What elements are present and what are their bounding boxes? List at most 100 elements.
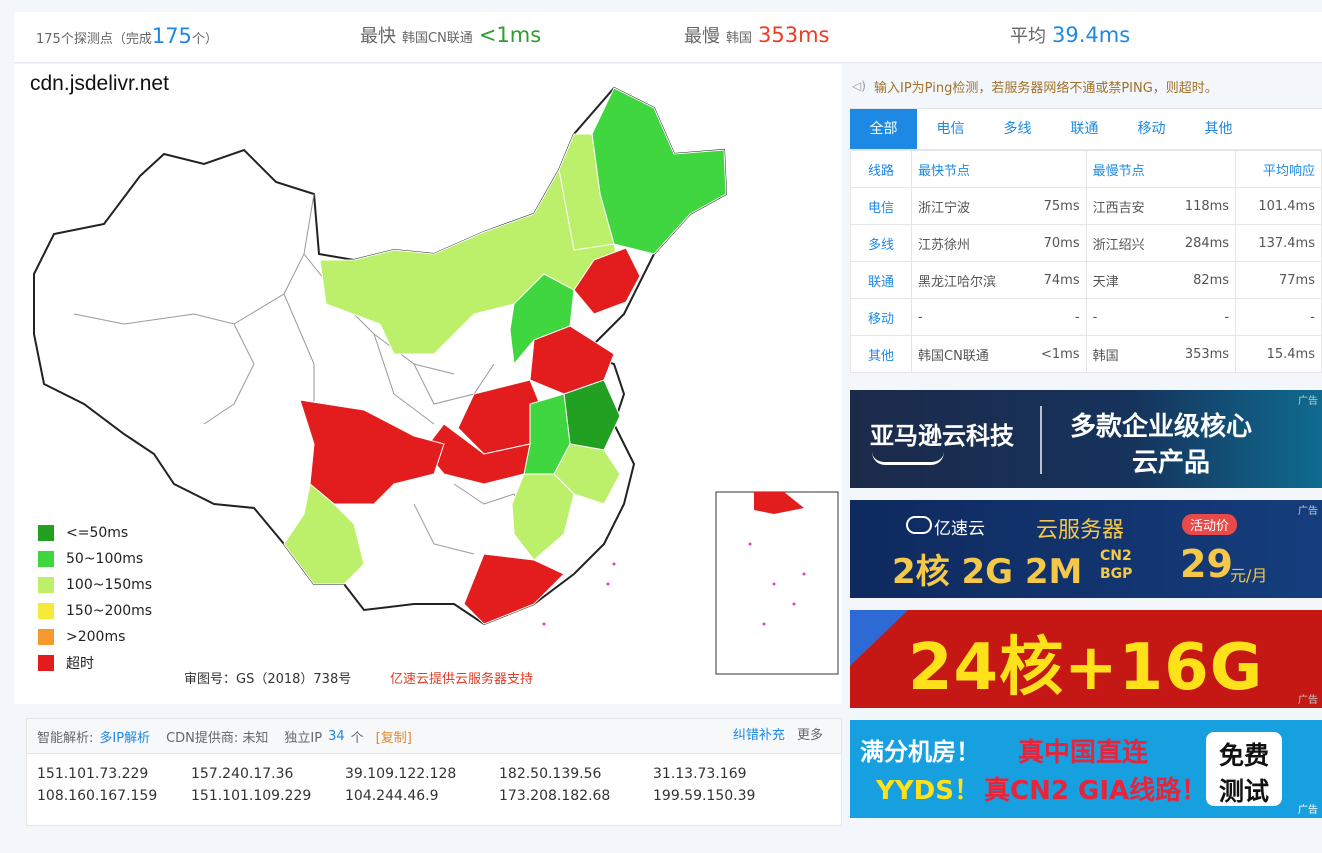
ad4-line2a: YYDS！	[876, 776, 980, 806]
unique-ip-unit: 个	[350, 730, 364, 746]
ad-tag: 广告	[1298, 506, 1318, 517]
row-avg: 15.4ms	[1235, 335, 1322, 373]
row-fast-ms: -	[1023, 298, 1087, 336]
map-legend: <=50ms 50~100ms 100~150ms 150~200ms >200…	[38, 520, 152, 676]
ad4-line1b: 真中国直连	[1018, 738, 1149, 768]
tab-multiline[interactable]: 多线	[984, 109, 1051, 149]
ad2-brand: 亿速云	[934, 519, 985, 539]
slowest-node: 韩国	[726, 31, 753, 46]
row-avg: 137.4ms	[1235, 224, 1322, 262]
legend-swatch	[38, 551, 54, 567]
row-line[interactable]: 其他	[850, 335, 912, 373]
tab-other[interactable]: 其他	[1185, 109, 1252, 149]
row-slow-ms: 284ms	[1165, 224, 1237, 262]
probe-count: 175个探测点（完成 175 个）	[36, 12, 218, 62]
row-slow-node: 江西吉安	[1085, 187, 1166, 225]
ad4-free-test-button[interactable]: 免费 测试	[1206, 732, 1282, 806]
ip-item: 31.13.73.169	[653, 766, 747, 782]
row-fast-node: 浙江宁波	[911, 187, 1024, 225]
row-avg: 77ms	[1235, 261, 1322, 299]
tab-unicom[interactable]: 联通	[1051, 109, 1118, 149]
ad4-line2b: 真CN2 GIA线路！	[984, 776, 1208, 806]
ad-banner-yisu[interactable]: 广告 亿速云 云服务器 活动价 2核 2G 2M CN2 BGP 29 元/月	[850, 500, 1322, 598]
unique-ip-label: 独立IP	[284, 730, 323, 746]
ad4-btn-line2: 测试	[1218, 777, 1269, 806]
legend-row: 50~100ms	[38, 546, 152, 572]
ad-banner-aws[interactable]: 广告 亚马逊云科技 多款企业级核心 云产品	[850, 390, 1322, 488]
row-line[interactable]: 多线	[850, 224, 912, 262]
ad2-price: 29	[1180, 542, 1233, 586]
row-line[interactable]: 联通	[850, 261, 912, 299]
ip-list: 151.101.73.229 157.240.17.36 39.109.122.…	[27, 754, 841, 804]
row-fast-node: 江苏徐州	[911, 224, 1024, 262]
row-fast-ms: 74ms	[1023, 261, 1087, 299]
amazon-smile-icon	[872, 452, 944, 465]
row-slow-ms: -	[1165, 298, 1237, 336]
average-label: 平均	[1010, 26, 1046, 47]
map-panel: cdn.jsdelivr.net <=50ms 50~100ms 100~150…	[14, 64, 842, 704]
map-sponsor-link[interactable]: 亿速云提供云服务器支持	[390, 668, 533, 687]
probe-done: 175	[151, 24, 192, 48]
table-row: 其他 韩国CN联通 <1ms 韩国 353ms 15.4ms	[850, 335, 1322, 373]
legend-row: <=50ms	[38, 520, 152, 546]
row-fast-node: -	[911, 298, 1024, 336]
fastest-stat: 最快 韩国CN联通 <1ms	[360, 12, 541, 62]
header-fastest: 最快节点	[911, 150, 1087, 188]
legend-swatch	[38, 525, 54, 541]
ad-banner-cn2[interactable]: 广告 满分机房！ 真中国直连 YYDS！ 真CN2 GIA线路！ 免费 测试	[850, 720, 1322, 818]
ad-tag: 广告	[1298, 695, 1318, 706]
row-line[interactable]: 移动	[850, 298, 912, 336]
feedback-link[interactable]: 纠错补充	[733, 728, 785, 743]
results-table: 线路 最快节点 最慢节点 平均响应 电信 浙江宁波 75ms 江西吉安 118m…	[850, 150, 1322, 373]
cdn-provider: CDN提供商: 未知	[166, 730, 269, 746]
ad2-title: 云服务器	[1036, 518, 1125, 543]
legend-row: 100~150ms	[38, 572, 152, 598]
ip-item: 173.208.182.68	[499, 788, 611, 804]
ip-item: 151.101.73.229	[37, 766, 149, 782]
tab-telecom[interactable]: 电信	[917, 109, 984, 149]
summary-bar: 175个探测点（完成 175 个） 最快 韩国CN联通 <1ms 最慢 韩国 3…	[14, 12, 1322, 63]
ad-tag: 广告	[1298, 396, 1318, 407]
slowest-stat: 最慢 韩国 353ms	[684, 12, 830, 62]
smart-resolve-label: 智能解析:	[37, 730, 94, 746]
multi-ip-resolve-link[interactable]: 多IP解析	[99, 727, 150, 746]
ad3-logo-icon	[850, 610, 908, 666]
table-row: 联通 黑龙江哈尔滨 74ms 天津 82ms 77ms	[850, 261, 1322, 299]
ad1-brand: 亚马逊云科技	[870, 422, 1014, 450]
table-row: 多线 江苏徐州 70ms 浙江绍兴 284ms 137.4ms	[850, 224, 1322, 262]
legend-label: <=50ms	[66, 525, 129, 541]
results-panel: ◁) 输入IP为Ping检测，若服务器网络不通或禁PING，则超时。 全部 电信…	[850, 64, 1322, 373]
ad-banner-cores[interactable]: 广告 24核+16G	[850, 610, 1322, 708]
legend-label: 100~150ms	[66, 577, 153, 593]
notice-text: 输入IP为Ping检测，若服务器网络不通或禁PING，则超时。	[874, 80, 1218, 96]
row-line[interactable]: 电信	[850, 187, 912, 225]
unique-ip-count: 34	[328, 728, 345, 744]
ad1-line2: 云产品	[1132, 448, 1211, 478]
header-average: 平均响应	[1235, 150, 1322, 188]
legend-swatch	[38, 603, 54, 619]
row-slow-node: 天津	[1085, 261, 1166, 299]
legend-swatch	[38, 629, 54, 645]
map-approval-number: 审图号：GS（2018）738号	[184, 672, 352, 687]
tab-all[interactable]: 全部	[850, 109, 917, 149]
ad2-spec: 2核 2G 2M	[892, 552, 1083, 592]
slowest-value: 353ms	[758, 23, 830, 47]
legend-row: 150~200ms	[38, 598, 152, 624]
row-fast-ms: <1ms	[1023, 335, 1087, 373]
more-link[interactable]: 更多	[797, 728, 823, 743]
legend-label: 超时	[66, 656, 94, 672]
row-fast-ms: 70ms	[1023, 224, 1087, 262]
ad1-divider	[1040, 406, 1042, 474]
average-stat: 平均 39.4ms	[1010, 12, 1130, 62]
ad3-text: 24核+16G	[908, 631, 1264, 705]
ip-panel-actions: 纠错补充 更多	[733, 719, 829, 753]
row-slow-ms: 118ms	[1165, 187, 1237, 225]
fastest-label: 最快	[360, 26, 396, 47]
ad2-bgp: BGP	[1100, 566, 1133, 582]
slowest-label: 最慢	[684, 26, 720, 47]
header-slowest: 最慢节点	[1085, 150, 1237, 188]
ip-item: 39.109.122.128	[345, 766, 457, 782]
ip-item: 199.59.150.39	[653, 788, 756, 804]
tab-mobile[interactable]: 移动	[1118, 109, 1185, 149]
copy-button[interactable]: [复制]	[376, 727, 412, 746]
